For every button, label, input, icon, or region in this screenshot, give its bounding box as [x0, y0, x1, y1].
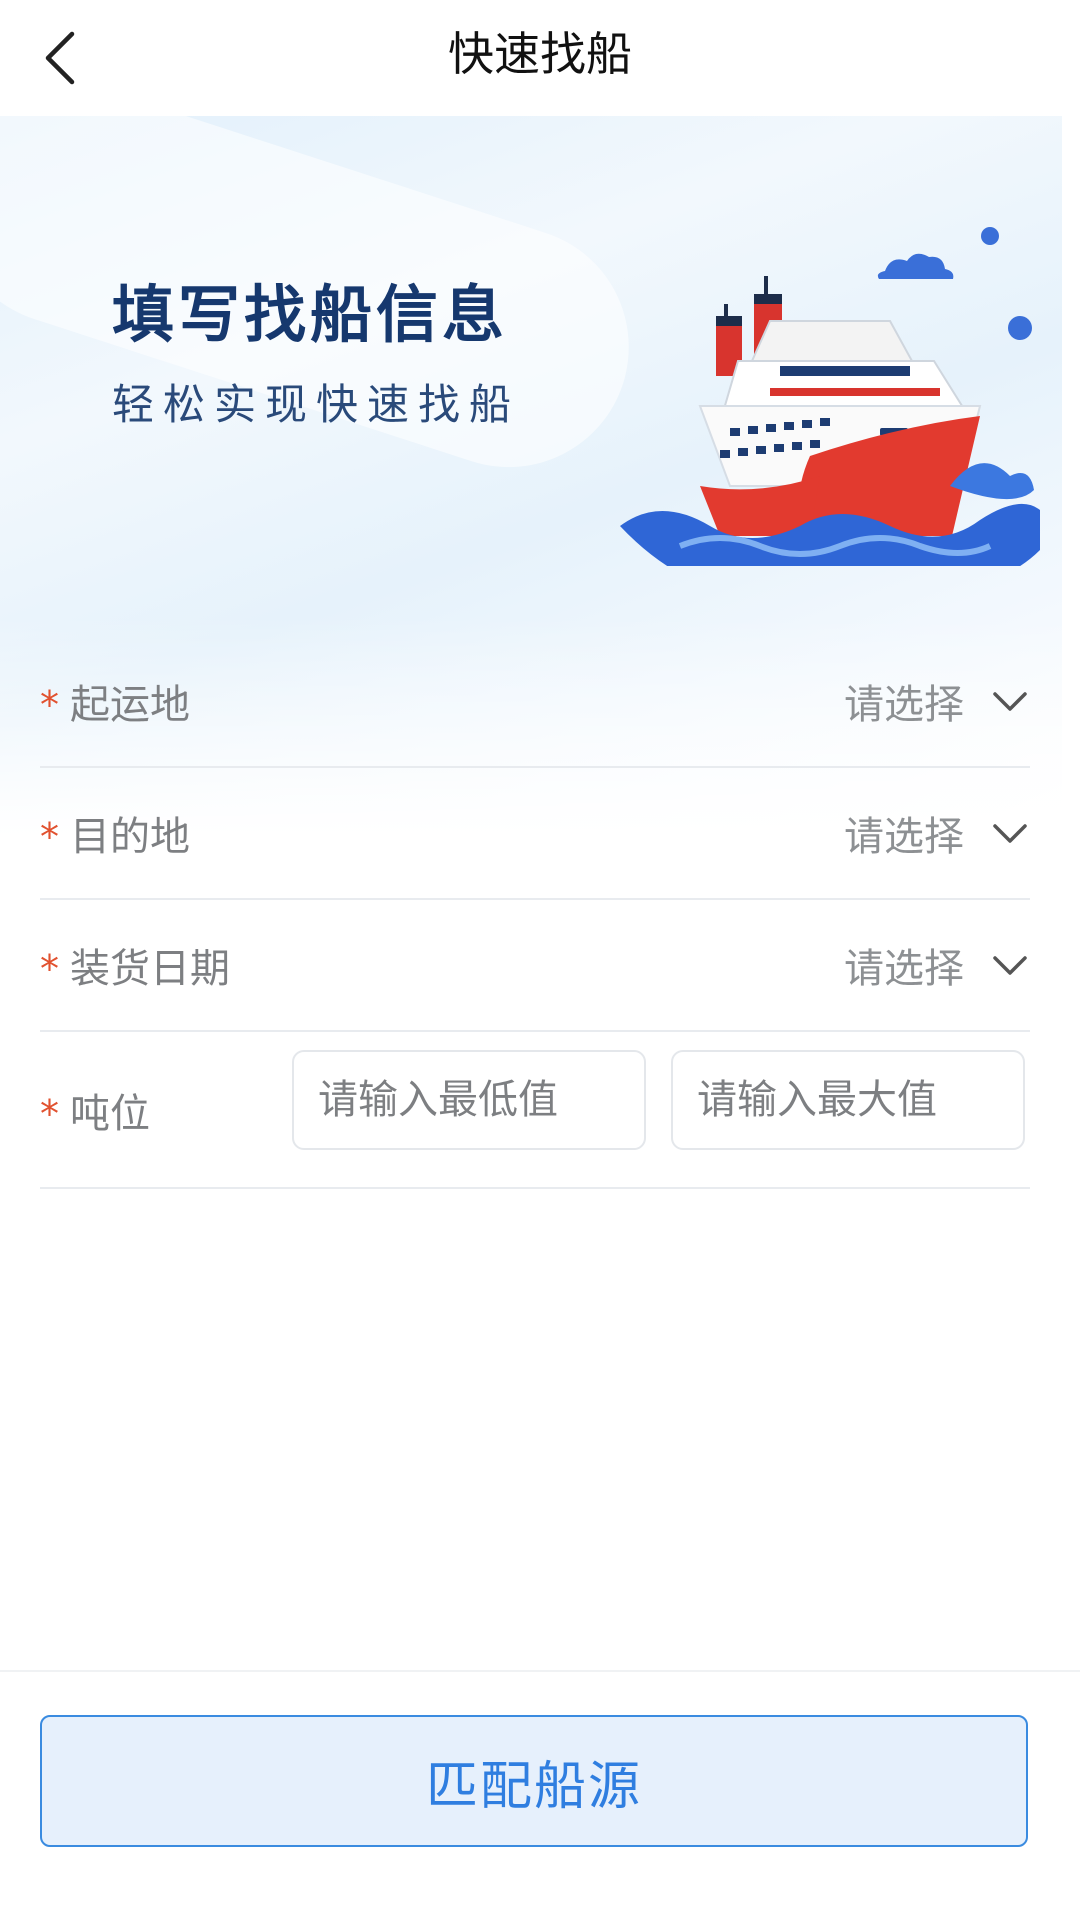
- loading-date-field[interactable]: * 装货日期 请选择: [40, 900, 1030, 1032]
- destination-field[interactable]: * 目的地 请选择: [40, 768, 1030, 900]
- banner-subtitle: 轻松实现快速找船: [112, 380, 521, 429]
- tonnage-label: 吨位: [70, 1090, 150, 1137]
- destination-placeholder: 请选择: [844, 814, 964, 860]
- destination-select[interactable]: 请选择: [844, 768, 1030, 898]
- origin-placeholder: 请选择: [844, 682, 964, 728]
- search-form: * 起运地 请选择 * 目的地 请选择 * 装货日期 请选择 * 吨位 请输入最…: [40, 636, 1030, 1189]
- banner-title: 填写找船信息: [112, 278, 509, 351]
- required-mark: *: [40, 947, 59, 991]
- required-mark: *: [40, 1091, 59, 1136]
- loading-date-label: 装货日期: [70, 946, 230, 992]
- origin-select[interactable]: 请选择: [844, 636, 1030, 766]
- origin-label: 起运地: [70, 682, 190, 728]
- bottom-action-bar: 匹配船源: [0, 1670, 1080, 1922]
- chevron-down-icon: [993, 692, 1027, 711]
- chevron-down-icon: [993, 956, 1027, 975]
- tonnage-min-input[interactable]: [292, 1050, 646, 1150]
- match-ships-label: 匹配船源: [425, 1756, 642, 1817]
- tonnage-max-input[interactable]: [671, 1050, 1025, 1150]
- top-bar: 快速找船: [0, 0, 1080, 116]
- required-mark: *: [40, 815, 59, 859]
- tonnage-field: * 吨位: [40, 1032, 1030, 1189]
- cruise-ship-illustration: [620, 227, 1040, 566]
- page-title: 快速找船: [448, 27, 632, 81]
- loading-date-placeholder: 请选择: [844, 946, 964, 992]
- origin-field[interactable]: * 起运地 请选择: [40, 636, 1030, 768]
- destination-label: 目的地: [70, 814, 190, 860]
- required-mark: *: [40, 683, 59, 727]
- chevron-down-icon: [993, 824, 1027, 843]
- loading-date-select[interactable]: 请选择: [844, 900, 1030, 1030]
- match-ships-button[interactable]: 匹配船源: [40, 1715, 1028, 1847]
